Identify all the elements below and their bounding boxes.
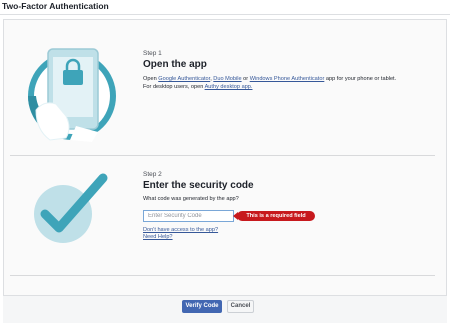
section-divider-bottom bbox=[10, 275, 435, 276]
authy-desktop-link[interactable]: Authy desktop app. bbox=[205, 84, 253, 90]
step1-text-open: Open bbox=[143, 76, 159, 82]
windows-phone-authenticator-link[interactable]: Windows Phone Authenticator bbox=[250, 76, 325, 82]
step1-instructions-line2: For desktop users, open Authy desktop ap… bbox=[143, 83, 252, 92]
need-help-link[interactable]: Need Help? bbox=[143, 234, 173, 240]
step1-label: Step 1 bbox=[143, 50, 162, 57]
security-code-question: What code was generated by the app? bbox=[143, 196, 239, 202]
step1-title: Open the app bbox=[143, 59, 207, 70]
step2-title: Enter the security code bbox=[143, 180, 254, 191]
google-authenticator-link[interactable]: Google Authenticator bbox=[158, 76, 210, 82]
dialog-footer bbox=[3, 295, 447, 323]
step1-text-desktop: For desktop users, open bbox=[143, 84, 205, 90]
step1-text-suffix: app for your phone or tablet. bbox=[324, 76, 397, 82]
page-title: Two-Factor Authentication bbox=[2, 1, 109, 11]
duo-mobile-link[interactable]: Duo Mobile bbox=[213, 76, 241, 82]
phone-lock-icon bbox=[28, 48, 116, 142]
verify-code-button[interactable]: Verify Code bbox=[182, 300, 222, 313]
title-divider bbox=[0, 14, 450, 15]
need-help-link-row: Need Help? bbox=[143, 233, 173, 242]
cancel-button[interactable]: Cancel bbox=[227, 300, 254, 313]
required-field-error: This is a required field bbox=[233, 211, 315, 221]
step1-text-sep2: or bbox=[241, 76, 250, 82]
title-bar: Two-Factor Authentication bbox=[0, 0, 450, 14]
step2-label: Step 2 bbox=[143, 171, 162, 178]
section-divider bbox=[10, 155, 435, 156]
security-code-input[interactable] bbox=[143, 210, 234, 222]
checkmark-circle-icon bbox=[34, 173, 108, 243]
